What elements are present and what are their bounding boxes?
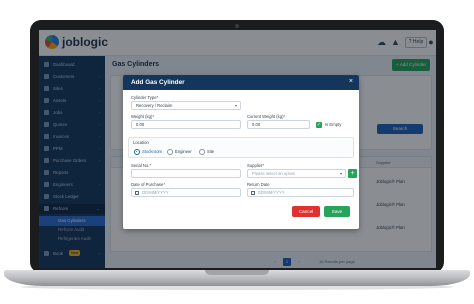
location-option-label: Stockroom — [142, 149, 163, 154]
cylinder-type-select[interactable]: Recovery / Reclaim ▾ — [131, 101, 241, 110]
location-group: Location Stockroom Engineer Site — [128, 137, 354, 158]
laptop-mockup: joblogic ☁ ▲ ? Help ● Dashboard Customers… — [0, 0, 474, 304]
is-empty-label: Is Empty — [325, 122, 342, 127]
cylinder-type-value: Recovery / Reclaim — [136, 103, 173, 108]
calendar-icon — [135, 190, 139, 195]
location-radio-engineer[interactable] — [167, 149, 173, 155]
location-option-label: Engineer — [175, 149, 192, 154]
current-weight-field[interactable]: 0.00 — [247, 120, 310, 129]
weight-field[interactable]: 0.00 — [131, 120, 241, 129]
save-button[interactable]: Save — [324, 206, 350, 217]
cylinder-type-label: Cylinder Type* — [131, 95, 159, 100]
serial-label: Serial No.* — [131, 163, 152, 168]
close-icon[interactable]: × — [349, 78, 353, 86]
add-supplier-button[interactable]: + — [348, 169, 357, 178]
return-date-placeholder: DD/MM/YYYY — [258, 190, 285, 195]
supplier-placeholder: Please select an option — [252, 171, 296, 176]
current-weight-label: Current Weight (kg)* — [247, 114, 286, 119]
purchase-date-field[interactable]: DD/MM/YYYY — [131, 188, 241, 197]
modal-title: Add Gas Cylinder — [131, 79, 185, 86]
location-radio-stockroom[interactable] — [134, 149, 140, 155]
return-date-field[interactable]: DD/MM/YYYY — [247, 188, 354, 197]
calendar-icon — [251, 190, 255, 195]
webcam-icon — [235, 24, 239, 28]
modal-header: Add Gas Cylinder × — [123, 75, 359, 90]
location-label: Location — [133, 140, 149, 145]
save-label: Save — [331, 209, 343, 214]
is-empty-checkbox[interactable]: ✓ — [316, 121, 322, 128]
supplier-label: Supplier* — [247, 163, 264, 168]
chevron-down-icon: ▾ — [234, 103, 237, 108]
weight-label: Weight (kg)* — [131, 114, 154, 119]
cancel-label: Cancel — [298, 209, 314, 214]
chevron-down-icon: ▾ — [339, 171, 342, 176]
add-gas-cylinder-modal: Add Gas Cylinder × Cylinder Type* Recove… — [123, 75, 359, 229]
serial-field[interactable] — [131, 169, 241, 178]
weight-value: 0.00 — [136, 122, 145, 127]
location-option-label: Site — [207, 149, 215, 154]
current-weight-value: 0.00 — [252, 122, 261, 127]
return-date-label: Return Date — [247, 182, 270, 187]
purchase-date-label: Date of Purchase* — [131, 182, 165, 187]
cancel-button[interactable]: Cancel — [292, 206, 320, 217]
location-radio-site[interactable] — [199, 149, 205, 155]
purchase-date-placeholder: DD/MM/YYYY — [142, 190, 169, 195]
laptop-notch — [205, 270, 269, 275]
supplier-select[interactable]: Please select an option ▾ — [247, 169, 346, 178]
app-screen: joblogic ☁ ▲ ? Help ● Dashboard Customers… — [39, 30, 436, 268]
